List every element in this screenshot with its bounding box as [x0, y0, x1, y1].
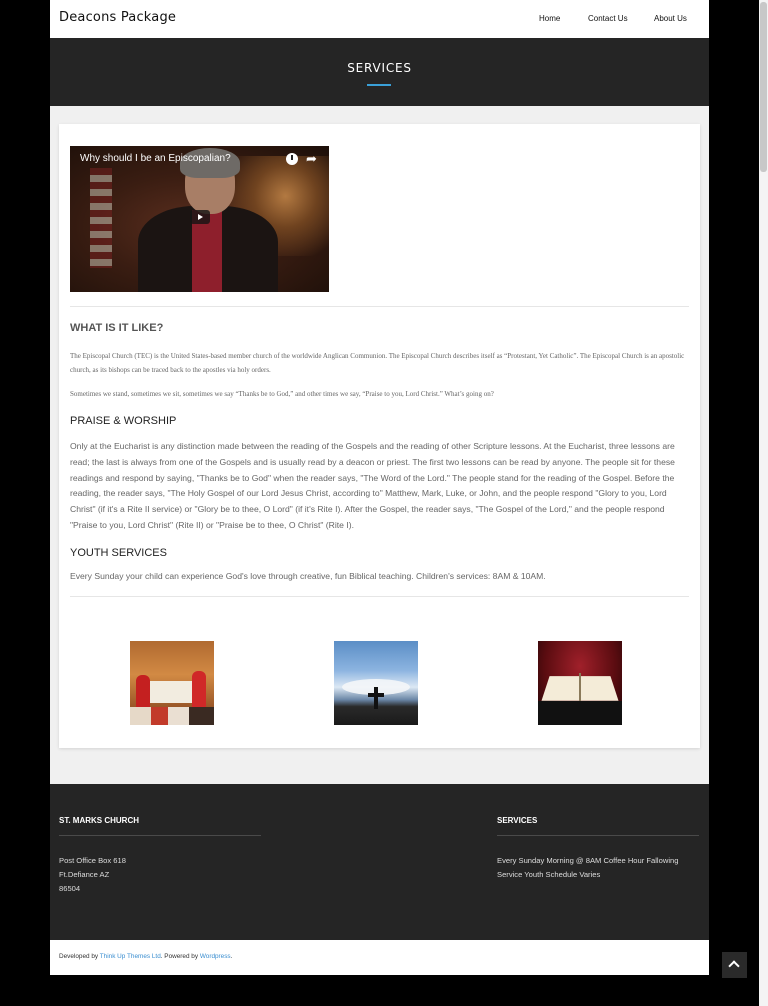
- what-paragraph-2: Sometimes we stand, sometimes we sit, so…: [70, 390, 494, 398]
- video-player[interactable]: Why should I be an Episcopalian? ➦: [70, 146, 329, 292]
- page: Deacons Package Home Contact Us About Us…: [50, 0, 709, 975]
- footer-address: Post Office Box 618 Ft.Defiance AZ 86504: [59, 854, 126, 896]
- footer-services-text: Every Sunday Morning @ 8AM Coffee Hour F…: [497, 856, 679, 879]
- nav-home[interactable]: Home: [539, 0, 560, 38]
- open-bible-photo[interactable]: [538, 641, 622, 725]
- footer-divider: [59, 835, 261, 836]
- address-line: Post Office Box 618: [59, 856, 126, 865]
- clergy-figure: [136, 675, 150, 711]
- site-footer: ST. MARKS CHURCH Post Office Box 618 Ft.…: [50, 784, 709, 940]
- what-is-it-like-heading: WHAT IS IT LIKE?: [70, 322, 164, 334]
- content-card: Why should I be an Episcopalian? ➦ WHAT …: [59, 124, 700, 748]
- copyright-bar: Developed by Think Up Themes Ltd. Powere…: [50, 940, 709, 975]
- address-line: Ft.Defiance AZ: [59, 870, 110, 879]
- powered-by-label: . Powered by: [160, 953, 199, 960]
- congregation-photo[interactable]: [130, 641, 214, 725]
- watch-later-icon[interactable]: [286, 153, 298, 165]
- play-button[interactable]: [190, 210, 210, 224]
- nav-about-us[interactable]: About Us: [654, 0, 687, 38]
- developed-by-label: Developed by: [59, 953, 99, 960]
- praise-worship-heading: PRAISE & WORSHIP: [70, 415, 177, 427]
- cross-icon: [374, 687, 378, 709]
- youth-services-body: Every Sunday your child can experience G…: [70, 571, 546, 581]
- praise-worship-body: Only at the Eucharist is any distinction…: [70, 441, 675, 530]
- back-to-top-button[interactable]: [722, 952, 747, 978]
- video-flag: [90, 168, 112, 268]
- chevron-up-icon: [728, 960, 740, 972]
- nav-contact-us[interactable]: Contact Us: [588, 0, 628, 38]
- page-banner: SERVICES: [50, 38, 709, 106]
- copyright-end: .: [230, 953, 233, 960]
- vertical-scrollbar[interactable]: [759, 0, 768, 1006]
- address-line: 86504: [59, 884, 81, 893]
- site-logo[interactable]: Deacons Package: [59, 10, 176, 25]
- footer-church-heading: ST. MARKS CHURCH: [59, 816, 139, 825]
- theme-author-link[interactable]: Think Up Themes Ltd: [100, 953, 161, 960]
- footer-services-heading: SERVICES: [497, 816, 538, 825]
- share-icon[interactable]: ➦: [306, 151, 317, 167]
- cross-icon: [368, 693, 384, 697]
- divider: [70, 596, 689, 597]
- congregation: [130, 707, 214, 725]
- scrollbar-thumb[interactable]: [760, 2, 767, 172]
- what-paragraph-1: The Episcopal Church (TEC) is the United…: [70, 352, 685, 374]
- divider: [70, 306, 689, 307]
- title-underline: [367, 84, 391, 86]
- video-title[interactable]: Why should I be an Episcopalian?: [80, 153, 231, 164]
- site-header: Deacons Package Home Contact Us About Us: [50, 0, 709, 38]
- cross-sky-photo[interactable]: [334, 641, 418, 725]
- bible-spine: [579, 673, 581, 701]
- clergy-figure: [192, 671, 206, 711]
- footer-divider: [497, 835, 699, 836]
- youth-services-heading: YOUTH SERVICES: [70, 547, 167, 559]
- copyright-text: Developed by Think Up Themes Ltd. Powere…: [59, 953, 232, 960]
- wordpress-link[interactable]: Wordpress: [200, 953, 231, 960]
- page-title: SERVICES: [347, 61, 412, 75]
- bible-stand: [538, 701, 622, 725]
